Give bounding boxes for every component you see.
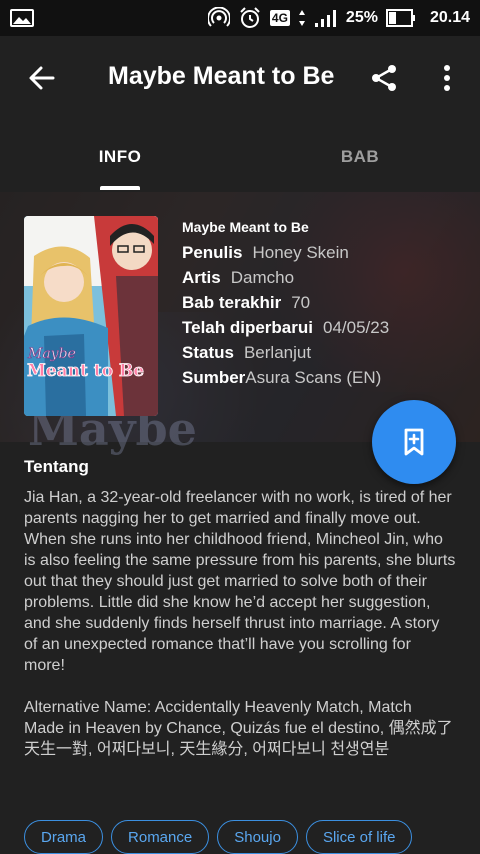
about-heading: Tentang <box>24 457 89 476</box>
tab-bab[interactable]: BAB <box>240 122 480 192</box>
detail-label: Bab terakhir <box>182 293 282 312</box>
add-to-library-button[interactable] <box>372 400 456 484</box>
more-vert-icon <box>444 65 450 91</box>
cover-title-line-1: Maybe <box>27 346 76 362</box>
genre-chip[interactable]: Slice of life <box>305 820 413 854</box>
cover-image[interactable]: Maybe Meant to Be <box>24 216 158 416</box>
page-title: Maybe Meant to Be <box>108 62 335 90</box>
detail-row: Status Berlanjut <box>182 340 389 365</box>
signal-icon <box>314 8 338 28</box>
tab-indicator <box>100 186 140 190</box>
tab-info[interactable]: INFO <box>0 122 240 192</box>
network-type-icon: 4G <box>269 10 290 26</box>
genre-chip[interactable]: Romance <box>111 820 210 854</box>
detail-row: Telah diperbarui 04/05/23 <box>182 315 389 340</box>
detail-status: Berlanjut <box>243 343 312 362</box>
battery-icon <box>385 8 416 28</box>
alternative-names: Alternative Name: Accidentally Heavenly … <box>24 699 453 758</box>
detail-label: Penulis <box>182 243 243 262</box>
clock: 20.14 <box>429 9 470 26</box>
arrow-back-icon <box>29 66 55 90</box>
genre-chips: Drama Romance Shoujo Slice of life <box>24 820 413 854</box>
detail-label: Telah diperbarui <box>182 318 313 337</box>
manga-title: Maybe Meant to Be <box>182 219 309 235</box>
genre-chip[interactable]: Shoujo <box>217 820 298 854</box>
alarm-icon <box>238 6 262 30</box>
detail-updated: 04/05/23 <box>323 318 390 337</box>
detail-label: Status <box>182 343 234 362</box>
battery-percent: 25% <box>345 9 378 26</box>
back-button[interactable] <box>22 58 62 98</box>
cover-title-line-2: Meant to Be <box>27 361 144 381</box>
detail-label: Sumber <box>182 368 246 387</box>
more-options-button[interactable] <box>430 58 464 98</box>
detail-source: Asura Scans (EN) <box>245 368 382 387</box>
detail-author: Honey Skein <box>252 243 349 262</box>
about-text: Jia Han, a 32-year-old freelancer with n… <box>24 487 456 781</box>
detail-label: Artis <box>182 268 221 287</box>
detail-row: Penulis Honey Skein <box>182 240 389 265</box>
genre-chip[interactable]: Drama <box>24 820 104 854</box>
gallery-notification-icon <box>10 8 34 28</box>
hotspot-icon <box>207 7 230 29</box>
manga-details: Maybe Meant to Be Penulis Honey Skein Ar… <box>182 218 389 390</box>
detail-row: Artis Damcho <box>182 265 389 290</box>
detail-artist: Damcho <box>230 268 295 287</box>
description: Jia Han, a 32-year-old freelancer with n… <box>24 489 456 674</box>
status-bar: 4G 25% 20.14 <box>0 0 480 36</box>
bookmark-add-icon <box>404 428 424 456</box>
detail-row: Sumber Asura Scans (EN) <box>182 365 389 390</box>
app-toolbar: Maybe Meant to Be <box>0 36 480 122</box>
detail-row: Bab terakhir 70 <box>182 290 389 315</box>
detail-last-chapter: 70 <box>291 293 311 312</box>
share-icon <box>372 65 396 91</box>
tab-bar: INFO BAB <box>0 122 480 192</box>
data-arrows-icon <box>298 9 306 27</box>
share-button[interactable] <box>364 58 404 98</box>
